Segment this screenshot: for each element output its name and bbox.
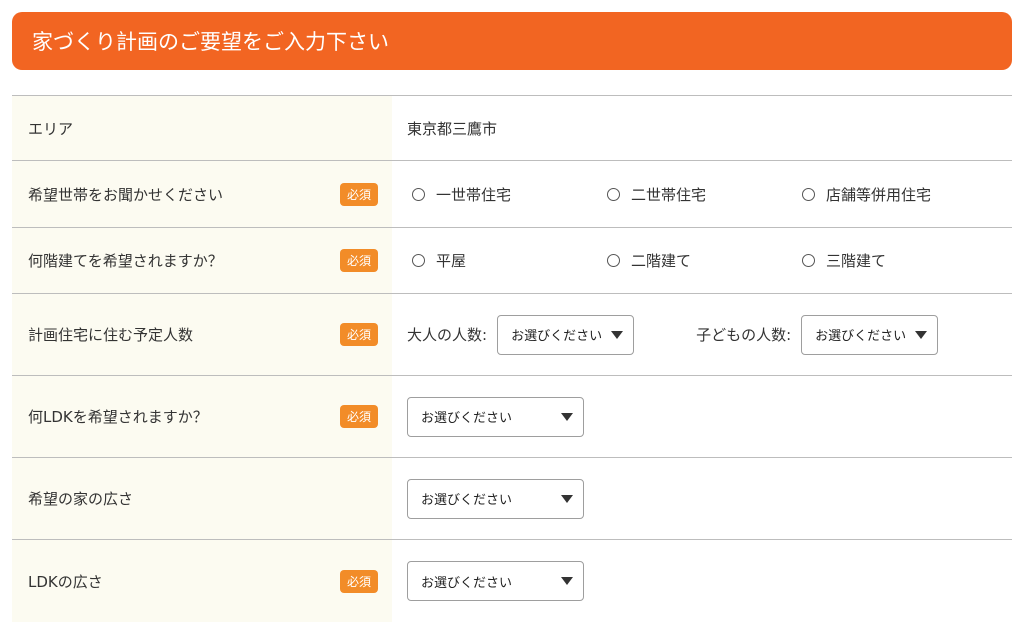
chevron-down-icon — [561, 577, 573, 585]
label-cell: 何LDKを希望されますか？ 必須 — [12, 376, 392, 457]
people-label: 計画住宅に住む予定人数 — [28, 326, 194, 344]
household-label: 希望世帯をお聞かせください — [28, 185, 224, 204]
ldk-type-select[interactable]: お選びください — [407, 396, 584, 437]
value-cell: お選びください — [392, 376, 1012, 457]
radio-label: 店舗等併用住宅 — [826, 185, 932, 204]
radio-button-icon[interactable] — [412, 254, 425, 267]
ldk-size-select[interactable]: お選びください — [407, 561, 584, 601]
label-cell: 希望の家の広さ — [12, 458, 392, 539]
radio-button-icon[interactable] — [412, 187, 425, 201]
ldk-type-label: 何LDKを希望されますか？ — [28, 408, 208, 426]
value-cell: 一世帯住宅 二世帯住宅 店舗等併用住宅 — [392, 161, 1012, 227]
row-house-size: 希望の家の広さ お選びください — [12, 458, 1012, 540]
value-cell: 東京都三鷹市 — [392, 96, 1012, 160]
radio-button-icon[interactable] — [802, 254, 815, 267]
radio-two-household[interactable]: 二世帯住宅 — [607, 184, 802, 205]
radio-one-story[interactable]: 平屋 — [412, 250, 607, 271]
required-badge: 必須 — [340, 249, 378, 272]
radio-button-icon[interactable] — [802, 187, 815, 201]
row-people: 計画住宅に住む予定人数 必須 大人の人数: お選びください 子どもの人数: お選… — [12, 294, 1012, 376]
children-label: 子どもの人数: — [696, 326, 792, 344]
select-value: お選びください — [421, 411, 513, 426]
value-cell: 平屋 二階建て 三階建て — [392, 228, 1012, 293]
chevron-down-icon — [915, 330, 928, 339]
radio-label: 平屋 — [436, 252, 467, 270]
radio-two-story[interactable]: 二階建て — [607, 250, 802, 271]
required-badge: 必須 — [340, 405, 378, 428]
value-cell: お選びください — [392, 458, 1012, 539]
row-area: エリア 東京都三鷹市 — [12, 96, 1012, 161]
adults-select[interactable]: お選びください — [497, 314, 635, 355]
required-badge: 必須 — [340, 182, 378, 206]
radio-label: 一世帯住宅 — [436, 185, 512, 204]
label-cell: 何階建てを希望されますか？ 必須 — [12, 228, 392, 293]
chevron-down-icon — [611, 330, 624, 339]
radio-label: 二階建て — [631, 252, 692, 270]
row-household: 希望世帯をお聞かせください 必須 一世帯住宅 二世帯住宅 店舗等併用住宅 — [12, 161, 1012, 228]
required-badge: 必須 — [340, 323, 378, 346]
house-size-label: 希望の家の広さ — [28, 490, 134, 508]
radio-label: 二世帯住宅 — [631, 185, 707, 204]
label-cell: 希望世帯をお聞かせください 必須 — [12, 161, 392, 227]
required-badge: 必須 — [340, 569, 378, 593]
select-value: お選びください — [511, 329, 603, 344]
area-label: エリア — [28, 119, 74, 138]
area-value: 東京都三鷹市 — [407, 119, 498, 138]
select-value: お選びください — [421, 493, 513, 508]
radio-three-story[interactable]: 三階建て — [802, 250, 997, 271]
house-size-select[interactable]: お選びください — [407, 478, 584, 519]
row-ldk-type: 何LDKを希望されますか？ 必須 お選びください — [12, 376, 1012, 458]
form-section-header: 家づくり計画のご要望をご入力下さい — [12, 12, 1012, 70]
floors-label: 何階建てを希望されますか？ — [28, 252, 223, 270]
row-floors: 何階建てを希望されますか？ 必須 平屋 二階建て 三階建て — [12, 228, 1012, 294]
requirements-form: エリア 東京都三鷹市 希望世帯をお聞かせください 必須 一世帯住宅 二世帯住宅 … — [12, 95, 1012, 622]
select-value: お選びください — [815, 329, 907, 344]
radio-one-household[interactable]: 一世帯住宅 — [412, 184, 607, 205]
radio-button-icon[interactable] — [607, 187, 620, 201]
label-cell: LDKの広さ 必須 — [12, 540, 392, 622]
chevron-down-icon — [561, 494, 573, 503]
label-cell: 計画住宅に住む予定人数 必須 — [12, 294, 392, 375]
label-cell: エリア — [12, 96, 392, 160]
radio-label: 三階建て — [826, 252, 887, 270]
select-value: お選びください — [421, 575, 513, 591]
ldk-size-label: LDKの広さ — [28, 572, 103, 591]
value-cell: お選びください — [392, 540, 1012, 622]
form-section-title: 家づくり計画のご要望をご入力下さい — [32, 30, 389, 54]
row-ldk-size: LDKの広さ 必須 お選びください — [12, 540, 1012, 622]
radio-button-icon[interactable] — [607, 254, 620, 267]
radio-shop-combined[interactable]: 店舗等併用住宅 — [802, 184, 997, 205]
adults-label: 大人の人数: — [407, 326, 488, 344]
value-cell: 大人の人数: お選びください 子どもの人数: お選びください — [392, 294, 1012, 375]
chevron-down-icon — [561, 412, 573, 421]
children-select[interactable]: お選びください — [801, 314, 939, 355]
